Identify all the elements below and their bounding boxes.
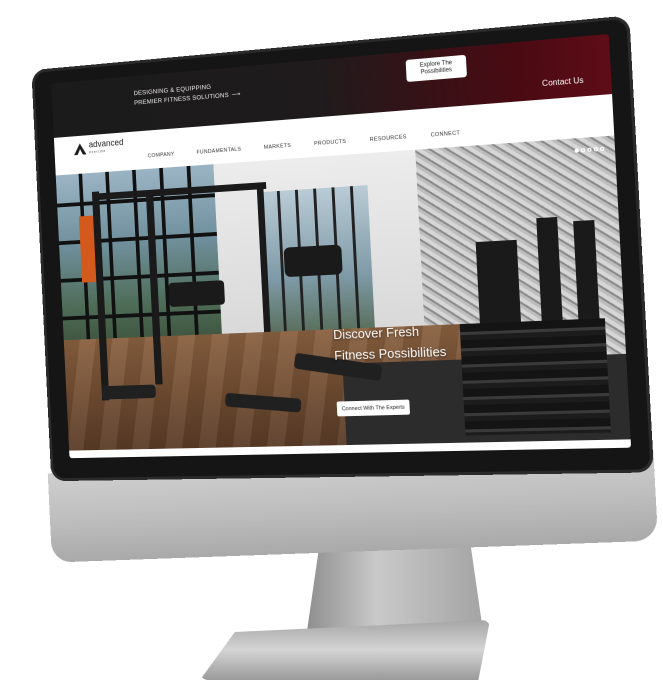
tagline[interactable]: DESIGNING & EQUIPPING PREMIER FITNESS SO…: [133, 80, 241, 108]
nav-item-connect[interactable]: CONNECT: [431, 130, 461, 138]
contact-us-link[interactable]: Contact Us: [542, 76, 584, 89]
hero-title-line2: Fitness Possibilities: [333, 343, 447, 363]
slide-dot[interactable]: [593, 147, 599, 152]
logo-mark-icon: [73, 142, 87, 156]
monitor-stand-base: [200, 620, 490, 680]
slide-dot[interactable]: [587, 147, 592, 152]
nav-item-products[interactable]: PRODUCTS: [314, 139, 346, 147]
treadmill: [283, 244, 343, 278]
hero-section: Discover Fresh Fitness Possibilities Con…: [55, 135, 631, 451]
explore-button[interactable]: Explore The Possibilities: [405, 54, 467, 83]
slide-dot[interactable]: [574, 148, 579, 153]
slide-dot[interactable]: [599, 146, 605, 152]
arrow-right-icon: ⟶: [231, 91, 241, 99]
connect-experts-button[interactable]: Connect With The Experts: [336, 399, 411, 417]
hero-title-line1: Discover Fresh: [332, 323, 420, 343]
nav-item-resources[interactable]: RESOURCES: [370, 134, 407, 143]
hero-title: Discover Fresh Fitness Possibilities: [333, 320, 447, 366]
nav-item-company[interactable]: COMPANY: [148, 152, 175, 160]
dumbbell-rack: [459, 318, 612, 436]
scene: DESIGNING & EQUIPPING PREMIER FITNESS SO…: [0, 0, 663, 694]
slide-dot[interactable]: [580, 147, 586, 153]
brand-name: advanced exercise: [88, 137, 125, 156]
nav-item-markets[interactable]: MARKETS: [264, 143, 292, 151]
monitor: DESIGNING & EQUIPPING PREMIER FITNESS SO…: [31, 15, 655, 482]
website-screen: DESIGNING & EQUIPPING PREMIER FITNESS SO…: [51, 33, 632, 459]
dumbbell-tower: [475, 239, 522, 334]
brand-logo[interactable]: advanced exercise: [73, 137, 125, 157]
weight-bench: [101, 384, 157, 400]
nav-item-fundamentals[interactable]: FUNDAMENTALS: [196, 147, 241, 156]
treadmill: [168, 280, 226, 308]
